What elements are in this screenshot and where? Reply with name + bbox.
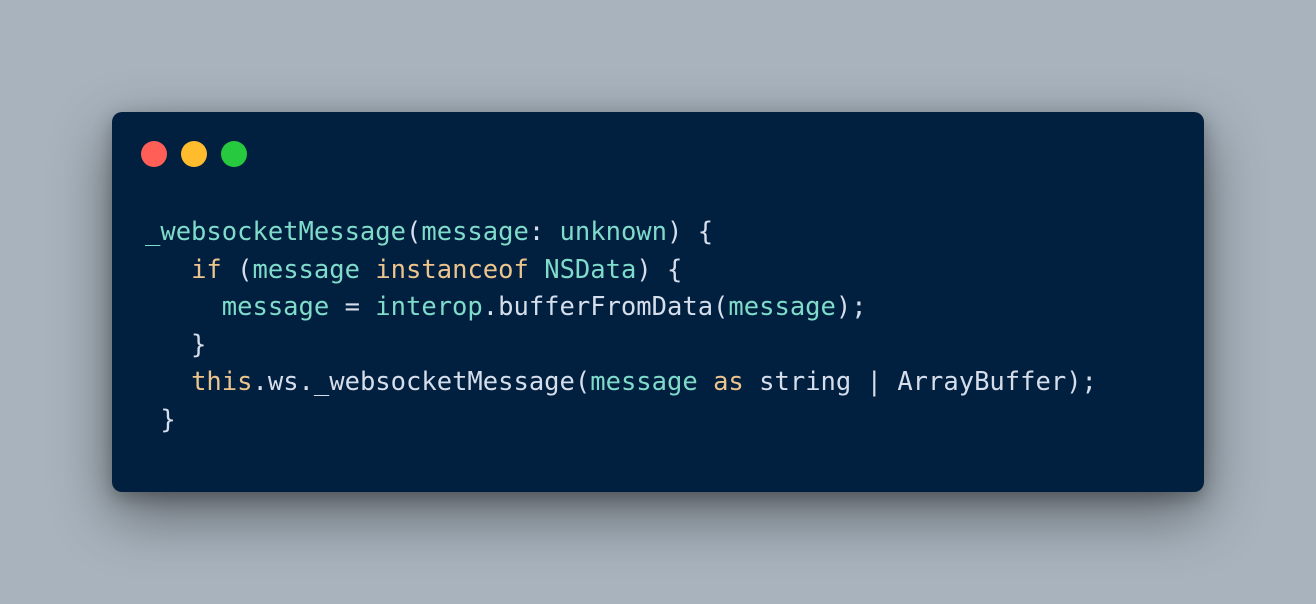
code-token: .ws._websocketMessage( xyxy=(252,367,591,397)
code-token: .bufferFromData( xyxy=(482,292,729,322)
code-token: if xyxy=(191,254,222,285)
code-token: as xyxy=(713,367,744,397)
code-token: : xyxy=(528,217,560,247)
code-token: ); xyxy=(835,292,867,322)
code-token: NSData xyxy=(544,254,637,285)
code-token: ) { xyxy=(667,217,714,247)
maximize-dot-icon[interactable] xyxy=(221,141,247,167)
code-token: interop xyxy=(375,292,483,322)
code-token: ( xyxy=(406,217,422,247)
code-line: } xyxy=(145,327,1097,365)
code-line: } xyxy=(145,402,1097,440)
code-token: ( xyxy=(221,254,253,285)
code-line: _websocketMessage(message: unknown) { xyxy=(145,214,1097,252)
code-token: = xyxy=(329,292,376,322)
code-token: } xyxy=(145,329,207,360)
code-window: _websocketMessage(message: unknown) { if… xyxy=(112,112,1204,492)
code-token: ) { xyxy=(636,254,683,285)
close-dot-icon[interactable] xyxy=(141,141,167,167)
code-token: _websocketMessage xyxy=(145,217,406,247)
code-line: if (message instanceof NSData) { xyxy=(145,252,1097,290)
code-token: message xyxy=(590,367,698,397)
code-line: this.ws._websocketMessage(message as str… xyxy=(145,364,1097,402)
code-token: string | ArrayBuffer); xyxy=(743,367,1097,397)
code-token: unknown xyxy=(559,217,668,247)
minimize-dot-icon[interactable] xyxy=(181,141,207,167)
window-controls xyxy=(141,141,247,167)
code-token: message xyxy=(421,217,529,247)
code-token: message xyxy=(252,254,360,285)
code-token: instanceof xyxy=(375,254,529,285)
code-token: message xyxy=(221,292,330,322)
code-line: message = interop.bufferFromData(message… xyxy=(145,289,1097,327)
code-token: message xyxy=(728,292,836,322)
code-block: _websocketMessage(message: unknown) { if… xyxy=(145,214,1097,439)
code-token: this xyxy=(191,367,253,397)
code-token: } xyxy=(145,404,176,435)
